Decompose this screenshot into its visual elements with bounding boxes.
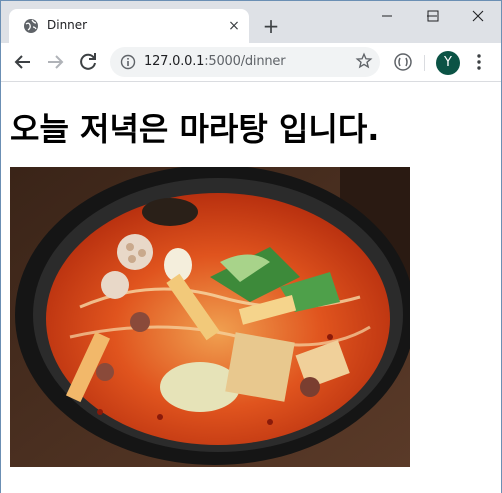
forward-arrow-icon[interactable] bbox=[43, 50, 67, 74]
plus-icon[interactable]: + bbox=[259, 15, 283, 39]
tab-title: Dinner bbox=[47, 18, 88, 32]
toolbar-separator bbox=[424, 55, 425, 71]
tab-strip: Dinner × + bbox=[1, 1, 501, 43]
maximize-icon bbox=[427, 10, 439, 22]
browser-toolbar: 127.0.0.1:5000/dinner Y bbox=[1, 43, 501, 82]
back-arrow-icon[interactable] bbox=[11, 50, 35, 74]
url-text[interactable]: 127.0.0.1:5000/dinner bbox=[144, 54, 286, 69]
globe-icon bbox=[24, 19, 38, 33]
star-icon[interactable] bbox=[355, 52, 373, 70]
url-host: 127.0.0.1 bbox=[144, 54, 205, 69]
info-icon[interactable] bbox=[120, 54, 136, 70]
malatang-photo bbox=[10, 167, 410, 467]
kebab-menu-icon[interactable] bbox=[471, 52, 487, 72]
browser-window: Dinner × + 127.0.0.1:5000/dinner Y 오늘 저녁… bbox=[0, 0, 502, 493]
minimize-icon bbox=[382, 15, 392, 17]
reload-icon[interactable] bbox=[76, 50, 100, 74]
tab-dinner[interactable]: Dinner × bbox=[9, 9, 249, 43]
avatar[interactable]: Y bbox=[436, 51, 460, 75]
extension-icon[interactable] bbox=[393, 52, 413, 72]
url-path: :5000/dinner bbox=[204, 54, 286, 69]
address-bar[interactable]: 127.0.0.1:5000/dinner bbox=[110, 47, 380, 77]
close-icon[interactable]: × bbox=[225, 17, 243, 35]
page-heading: 오늘 저녁은 마라탕 입니다. bbox=[10, 110, 380, 148]
page-content: 오늘 저녁은 마라탕 입니다. bbox=[1, 82, 501, 493]
close-button[interactable] bbox=[455, 1, 501, 31]
